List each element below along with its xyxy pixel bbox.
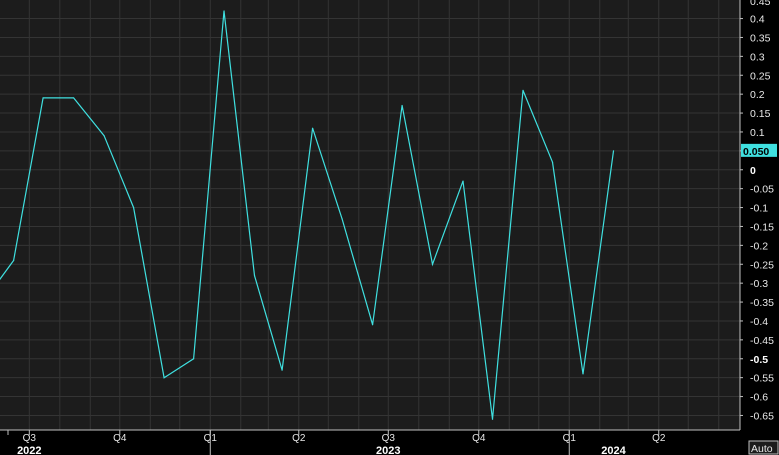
data-point [311, 127, 314, 129]
y-tick-label: -0.25 [750, 259, 774, 271]
data-point [582, 373, 584, 375]
x-tick-label: Q3 [23, 433, 37, 444]
x-tick-label: Q4 [472, 433, 486, 444]
data-point [132, 206, 135, 209]
data-point [281, 369, 283, 371]
data-point [551, 161, 554, 163]
last-value-marker: 0.050 [741, 143, 777, 158]
plot-background [0, 0, 740, 430]
scale-mode-label[interactable]: Auto [751, 443, 773, 455]
x-tick-label: Q2 [652, 433, 666, 444]
year-label: 2022 [17, 445, 41, 455]
y-tick-label: -0.65 [750, 410, 774, 422]
data-point [462, 180, 464, 182]
data-point [431, 263, 434, 265]
y-tick-label: 0.3 [750, 51, 765, 63]
y-tick-label: -0.15 [750, 221, 774, 233]
scale-mode-button[interactable]: Auto [748, 440, 779, 455]
data-point [491, 418, 494, 420]
data-point [103, 135, 105, 137]
y-tick-label-top: 0.45 [750, 0, 771, 8]
y-tick-label: -0.3 [750, 278, 768, 290]
y-tick-label: -0.05 [750, 184, 774, 196]
x-tick-label: Q2 [292, 433, 306, 444]
data-point [12, 259, 15, 262]
year-label: 2023 [376, 445, 400, 455]
year-label: 2024 [601, 445, 626, 455]
y-axis: 0.4 0.35 0.3 0.25 0.2 0.15 0.1 0.050 -0.05 -0.1 -0… [739, 0, 774, 430]
y-tick-label: 0.15 [750, 108, 771, 120]
data-point [192, 358, 195, 360]
x-axis: Q3 Q4 Q1 Q2 Q3 Q4 Q1 Q22022 2023 2024 [0, 429, 740, 455]
data-point [72, 97, 75, 99]
x-tick-label: Q4 [113, 433, 127, 444]
y-tick-label: -0.1 [750, 203, 768, 215]
data-point [42, 97, 44, 99]
y-tick-label: -0.4 [750, 316, 768, 328]
last-value-label: 0.050 [743, 146, 769, 158]
data-point [612, 150, 615, 152]
y-tick-label: 0.1 [750, 127, 765, 139]
y-tick-label: -0.5 [750, 354, 768, 366]
x-axis-band [0, 431, 740, 455]
x-tick-label: Q3 [382, 433, 396, 444]
y-tick-label: 0.4 [750, 14, 765, 26]
y-tick-label: -0.55 [750, 373, 774, 385]
data-point [223, 10, 225, 12]
y-tick-label: -0.2 [750, 240, 768, 252]
line-chart: 0.4 0.35 0.3 0.25 0.2 0.15 0.1 0.050 -0.05 -0.1 -0… [0, 0, 779, 455]
data-point [253, 275, 256, 277]
y-tick-label: 0.25 [750, 70, 771, 82]
y-tick-label: 0.2 [750, 89, 765, 101]
data-point [371, 324, 374, 326]
data-point [522, 89, 524, 91]
data-point [401, 104, 403, 107]
y-tick-label: 0.35 [750, 32, 771, 44]
y-tick-label: -0.6 [750, 392, 768, 404]
data-point [341, 218, 343, 220]
y-tick-label: -0.35 [750, 297, 774, 309]
data-point [163, 377, 165, 379]
y-tick-label: -0.45 [750, 335, 774, 347]
y-tick-label: 0 [750, 165, 756, 177]
